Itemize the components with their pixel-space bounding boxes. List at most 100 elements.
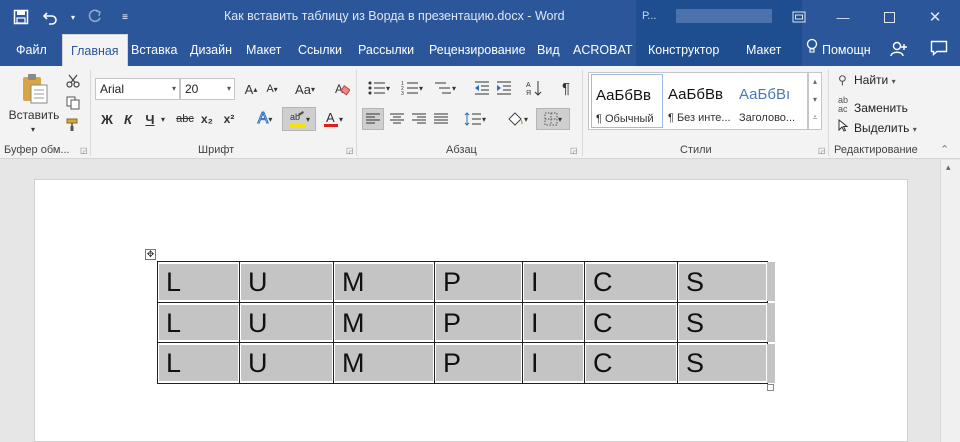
clipboard-launcher-icon[interactable]: ◲ <box>80 146 88 155</box>
replace-button[interactable]: ab ac Заменить <box>838 96 908 116</box>
tab-file[interactable]: Файл <box>16 34 47 66</box>
numbering-icon[interactable]: 1 2 3 ▾ <box>397 78 427 98</box>
sort-icon[interactable]: AЯ <box>524 78 544 98</box>
style-heading[interactable]: АаБбВı Заголово... <box>735 74 807 128</box>
document-table[interactable]: L U M P I C S L U M P I C S L U M P I C S <box>157 261 768 385</box>
justify-icon[interactable] <box>430 108 452 130</box>
highlight-icon[interactable]: ab ▾ <box>282 107 316 131</box>
table-cell[interactable]: L <box>157 301 240 344</box>
chevron-down-icon[interactable]: ▾ <box>227 79 231 99</box>
table-cell[interactable]: S <box>677 301 768 344</box>
maximize-icon[interactable] <box>874 6 904 28</box>
minimize-icon[interactable]: — <box>828 6 858 28</box>
bullets-icon[interactable]: ▾ <box>364 78 394 98</box>
tab-layout[interactable]: Макет <box>246 34 281 66</box>
table-cell[interactable]: C <box>584 261 678 303</box>
strikethrough-button[interactable]: abc <box>174 109 196 129</box>
styles-gallery-scroll[interactable]: ▴ ▾ ⩡ <box>808 72 822 130</box>
tab-home[interactable]: Главная <box>62 34 128 66</box>
paste-icon[interactable] <box>14 72 54 106</box>
table-cell[interactable]: P <box>434 301 523 344</box>
undo-dropdown-icon[interactable]: ▾ <box>68 6 78 28</box>
scroll-up-icon[interactable]: ▴ <box>946 162 951 173</box>
show-marks-icon[interactable]: ¶ <box>556 78 576 98</box>
format-painter-icon[interactable] <box>64 116 82 134</box>
table-cell[interactable]: I <box>522 342 585 385</box>
tab-insert[interactable]: Вставка <box>131 34 177 66</box>
table-cell[interactable]: U <box>239 261 334 303</box>
grow-font-icon[interactable]: A ▴ <box>242 79 260 99</box>
table-cell[interactable]: M <box>333 342 435 385</box>
paste-dropdown-icon[interactable]: ▾ <box>26 123 40 135</box>
copy-icon[interactable] <box>64 94 82 112</box>
vertical-scrollbar[interactable]: ▴ <box>940 160 960 442</box>
tab-acrobat[interactable]: ACROBAT <box>573 34 633 66</box>
paragraph-launcher-icon[interactable]: ◲ <box>570 146 578 155</box>
redo-icon[interactable] <box>82 6 108 28</box>
comments-icon[interactable] <box>930 40 948 61</box>
table-cell[interactable]: S <box>677 261 768 303</box>
multilevel-list-icon[interactable]: ▾ <box>430 78 460 98</box>
underline-dropdown-icon[interactable]: ▾ <box>158 109 168 129</box>
borders-icon[interactable]: ▾ <box>536 108 570 130</box>
style-normal[interactable]: АаБбВв ¶ Обычный <box>591 74 663 128</box>
underline-button[interactable]: Ч <box>142 109 158 129</box>
collapse-ribbon-icon[interactable]: ⌃ <box>940 143 949 156</box>
table-cell[interactable]: L <box>157 342 240 385</box>
text-effects-icon[interactable]: A ▾ <box>252 109 278 129</box>
align-left-icon[interactable] <box>362 108 384 130</box>
tab-table-design[interactable]: Конструктор <box>648 34 719 66</box>
line-spacing-icon[interactable]: ▾ <box>460 108 490 130</box>
table-cell[interactable]: U <box>239 342 334 385</box>
bold-button[interactable]: Ж <box>98 109 116 129</box>
share-icon[interactable] <box>890 40 908 63</box>
cut-icon[interactable] <box>64 72 82 90</box>
change-case-icon[interactable]: Aa ▾ <box>288 79 322 99</box>
font-color-icon[interactable]: A ▾ <box>318 107 348 131</box>
close-icon[interactable]: ✕ <box>920 6 950 28</box>
table-resize-handle[interactable] <box>767 384 774 391</box>
select-button[interactable]: Выделить ▾ <box>838 118 917 135</box>
italic-button[interactable]: К <box>120 109 136 129</box>
tab-table-layout[interactable]: Макет <box>746 34 781 66</box>
tab-review[interactable]: Рецензирование <box>429 34 526 66</box>
table-cell[interactable]: C <box>584 301 678 344</box>
style-no-spacing[interactable]: АаБбВв ¶ Без инте... <box>664 74 736 128</box>
table-cell[interactable]: I <box>522 261 585 303</box>
table-cell[interactable]: U <box>239 301 334 344</box>
tab-view[interactable]: Вид <box>537 34 560 66</box>
table-cell[interactable]: P <box>434 342 523 385</box>
table-cell[interactable]: L <box>157 261 240 303</box>
shading-icon[interactable]: ▾ <box>502 108 532 130</box>
align-right-icon[interactable] <box>408 108 430 130</box>
tab-mailings[interactable]: Рассылки <box>358 34 414 66</box>
chevron-up-icon[interactable]: ▴ <box>809 73 821 91</box>
table-cell[interactable]: M <box>333 261 435 303</box>
tab-design[interactable]: Дизайн <box>190 34 232 66</box>
user-account[interactable] <box>676 9 772 23</box>
paste-button[interactable]: Вставить <box>6 107 62 123</box>
font-name-combo[interactable]: Arial ▾ <box>95 78 180 100</box>
decrease-indent-icon[interactable] <box>472 78 492 98</box>
increase-indent-icon[interactable] <box>494 78 514 98</box>
save-icon[interactable] <box>8 6 34 28</box>
tab-references[interactable]: Ссылки <box>298 34 342 66</box>
font-launcher-icon[interactable]: ◲ <box>346 146 354 155</box>
customize-icon[interactable]: ≡ <box>112 6 138 28</box>
find-button[interactable]: ⚲ Найти ▾ <box>838 73 896 87</box>
shrink-font-icon[interactable]: A ▾ <box>263 79 281 99</box>
table-cell[interactable]: S <box>677 342 768 385</box>
undo-icon[interactable] <box>38 6 64 28</box>
table-cell[interactable]: M <box>333 301 435 344</box>
chevron-down-icon[interactable]: ▾ <box>172 79 176 99</box>
chevron-down-icon[interactable]: ▾ <box>809 91 821 109</box>
table-cell[interactable]: I <box>522 301 585 344</box>
more-styles-icon[interactable]: ⩡ <box>809 109 821 127</box>
subscript-button[interactable]: x₂ <box>198 109 216 129</box>
tell-me-box[interactable]: Помощн <box>806 34 871 66</box>
restore-ribbon-icon[interactable] <box>784 6 814 28</box>
styles-launcher-icon[interactable]: ◲ <box>818 146 826 155</box>
table-cell[interactable]: C <box>584 342 678 385</box>
table-cell[interactable]: P <box>434 261 523 303</box>
clear-formatting-icon[interactable]: A <box>332 79 352 99</box>
